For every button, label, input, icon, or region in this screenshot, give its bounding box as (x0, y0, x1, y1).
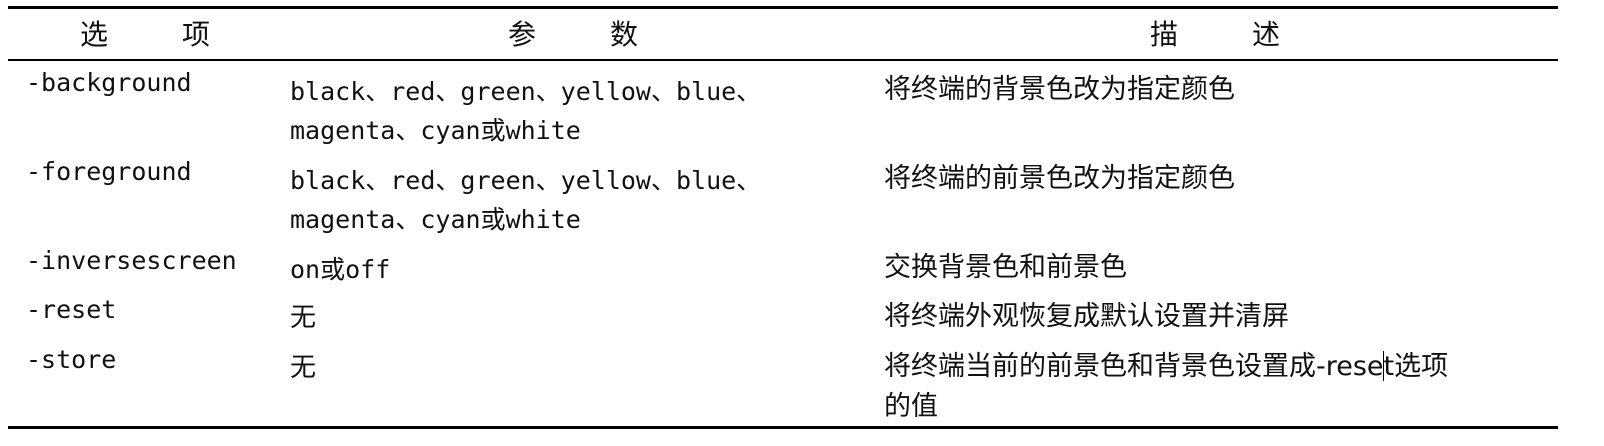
header-option-char-1: 选 (80, 18, 109, 51)
param-line: magenta、cyan或white (290, 205, 581, 234)
desc-line: 的值 (884, 391, 938, 422)
header-option: 选 项 (80, 18, 210, 52)
option-cell: -background (26, 68, 192, 97)
desc-line: 将终端外观恢复成默认设置并清屏 (884, 301, 1289, 332)
param-line: black、red、green、yellow、blue、 (290, 77, 762, 106)
desc-line: 将终端当前的前景色和背景色设置成-reset选项 (884, 347, 1554, 387)
header-param-char-2: 数 (609, 18, 638, 51)
option-cell: -reset (26, 295, 117, 324)
header-desc: 描 述 (1150, 18, 1280, 52)
desc-cell: 将终端的背景色改为指定颜色 (884, 70, 1554, 110)
desc-line-text-tail: t选项 (1383, 351, 1449, 382)
desc-line: 将终端的背景色改为指定颜色 (884, 74, 1235, 105)
param-line: 无 (290, 303, 317, 333)
desc-cell: 将终端的前景色改为指定颜色 (884, 159, 1554, 199)
param-cell: 无 (290, 349, 870, 388)
param-cell: on或off (290, 250, 870, 289)
param-cell: black、red、green、yellow、blue、 magenta、cya… (290, 72, 870, 150)
desc-line: 将终端的前景色改为指定颜色 (884, 163, 1235, 194)
param-line: on或off (290, 255, 391, 284)
param-line: black、red、green、yellow、blue、 (290, 166, 762, 195)
desc-line-text: 将终端当前的前景色和背景色设置成-rese (884, 351, 1384, 382)
header-desc-char-2: 述 (1251, 18, 1280, 51)
header-divider-rule (8, 59, 1558, 61)
option-cell: -foreground (26, 157, 192, 186)
param-cell: 无 (290, 299, 870, 338)
header-desc-char-1: 描 (1150, 18, 1179, 51)
param-line: 无 (290, 353, 317, 383)
header-param: 参 数 (508, 18, 638, 52)
table-bottom-rule (8, 426, 1558, 429)
desc-cell: 交换背景色和前景色 (884, 248, 1554, 288)
option-cell: -store (26, 345, 117, 374)
param-cell: black、red、green、yellow、blue、 magenta、cya… (290, 161, 870, 239)
option-cell: -inversescreen (26, 246, 237, 275)
header-option-char-2: 项 (181, 18, 210, 51)
desc-cell: 将终端当前的前景色和背景色设置成-reset选项 的值 (884, 347, 1554, 427)
desc-line: 交换背景色和前景色 (884, 252, 1127, 283)
param-line: magenta、cyan或white (290, 116, 581, 145)
header-param-char-1: 参 (508, 18, 537, 51)
desc-cell: 将终端外观恢复成默认设置并清屏 (884, 297, 1554, 337)
table-top-rule (8, 6, 1558, 9)
